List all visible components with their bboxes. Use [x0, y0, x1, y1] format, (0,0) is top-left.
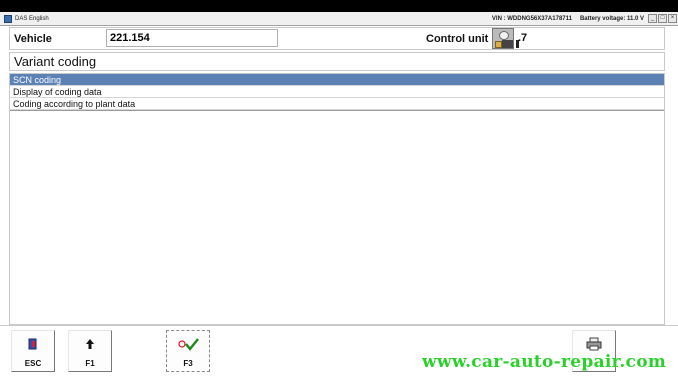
control-unit-value: .7 — [518, 32, 528, 44]
top-black-strip — [0, 0, 678, 12]
maximize-button[interactable]: □ — [658, 14, 667, 23]
f1-button[interactable]: F1 — [68, 330, 112, 372]
app-icon — [4, 14, 12, 23]
vehicle-header: Vehicle 221.154 Control unit .7 — [9, 27, 665, 50]
window-title: DAS English — [15, 15, 49, 22]
list-item-display-coding-data[interactable]: Display of coding data — [10, 86, 664, 98]
list-item-plant-data-coding[interactable]: Coding according to plant data — [10, 98, 664, 110]
esc-button[interactable]: ESC — [11, 330, 55, 372]
list-divider — [10, 110, 664, 111]
vehicle-label: Vehicle — [14, 33, 52, 45]
page-title: Variant coding — [9, 52, 665, 71]
vin-readout: VIN : WDDNG56X37A178711 — [491, 15, 572, 22]
window-titlebar: DAS English VIN : WDDNG56X37A178711 Batt… — [0, 12, 678, 26]
das-screen: DAS English VIN : WDDNG56X37A178711 Batt… — [0, 0, 678, 381]
check-confirm-icon — [167, 331, 209, 357]
f3-label: F3 — [183, 359, 193, 368]
battery-voltage-readout: Battery voltage: 11.0 V — [579, 15, 644, 22]
watermark-text: www.car-auto-repair.com — [422, 352, 667, 372]
vehicle-field: 221.154 — [106, 29, 278, 47]
f3-button[interactable]: F3 — [166, 330, 210, 372]
arrow-up-icon — [69, 331, 111, 357]
control-unit-label: Control unit — [426, 33, 489, 45]
close-button[interactable]: × — [668, 14, 677, 23]
list-item-scn-coding[interactable]: SCN coding — [10, 74, 664, 86]
esc-label: ESC — [24, 359, 42, 368]
exit-door-icon — [12, 331, 54, 357]
control-unit-technician-icon — [492, 28, 514, 49]
coding-option-list: SCN coding Display of coding data Coding… — [9, 73, 665, 325]
f1-label: F1 — [85, 359, 95, 368]
minimize-button[interactable]: _ — [648, 14, 657, 23]
